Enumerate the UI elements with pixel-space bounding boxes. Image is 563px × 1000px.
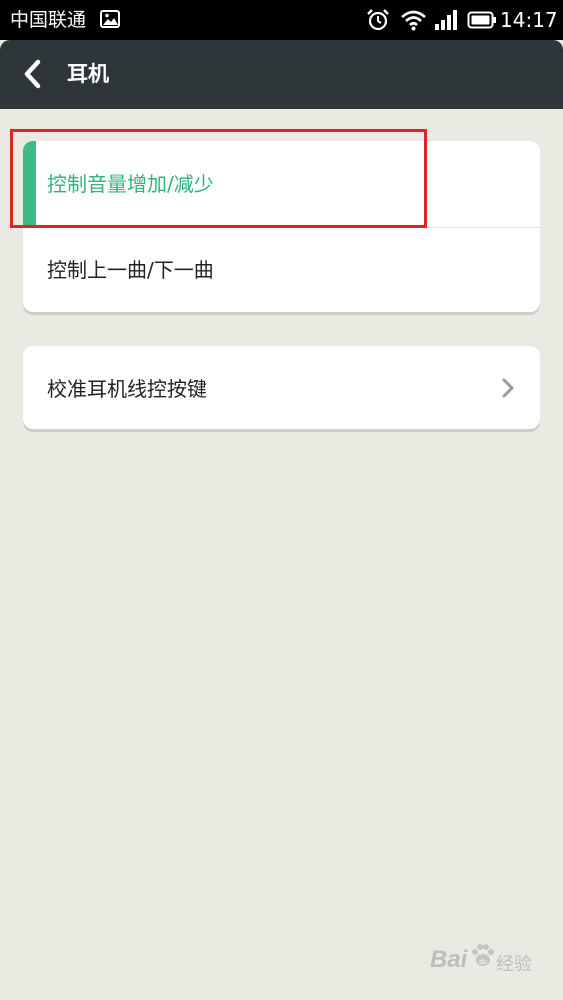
option-label: 校准耳机线控按键 xyxy=(47,377,207,401)
watermark-logo: Bai xyxy=(430,946,468,973)
chevron-left-icon xyxy=(24,59,41,89)
watermark-text: 经验 xyxy=(496,954,532,975)
calibrate-headset-buttons-item[interactable]: 校准耳机线控按键 xyxy=(23,346,540,429)
option-label: 控制上一曲/下一曲 xyxy=(47,258,214,282)
status-bar: 中国联通 14:17 xyxy=(0,0,563,40)
gallery-icon xyxy=(100,10,120,28)
back-button[interactable] xyxy=(14,54,54,94)
carrier-name: 中国联通 xyxy=(10,9,87,31)
title-bar: 耳机 xyxy=(0,40,563,109)
status-time: 14:17 xyxy=(500,8,558,32)
settings-group-controls: 控制音量增加/减少 控制上一曲/下一曲 xyxy=(23,141,540,312)
battery-icon xyxy=(467,11,496,29)
option-volume-control[interactable]: 控制音量增加/减少 xyxy=(23,141,540,227)
watermark-logo-suffix: du xyxy=(479,959,487,966)
paw-icon: du xyxy=(472,944,494,966)
selected-indicator xyxy=(23,141,36,227)
page-title: 耳机 xyxy=(67,62,109,86)
alarm-icon xyxy=(367,9,389,31)
baidu-watermark: Bai du 经验 xyxy=(430,940,555,980)
option-label: 控制音量增加/减少 xyxy=(47,172,214,196)
signal-icon xyxy=(435,10,457,30)
chevron-right-icon xyxy=(502,378,514,398)
wifi-icon xyxy=(401,10,426,31)
settings-group-calibrate: 校准耳机线控按键 xyxy=(23,346,540,429)
option-track-control[interactable]: 控制上一曲/下一曲 xyxy=(23,228,540,312)
